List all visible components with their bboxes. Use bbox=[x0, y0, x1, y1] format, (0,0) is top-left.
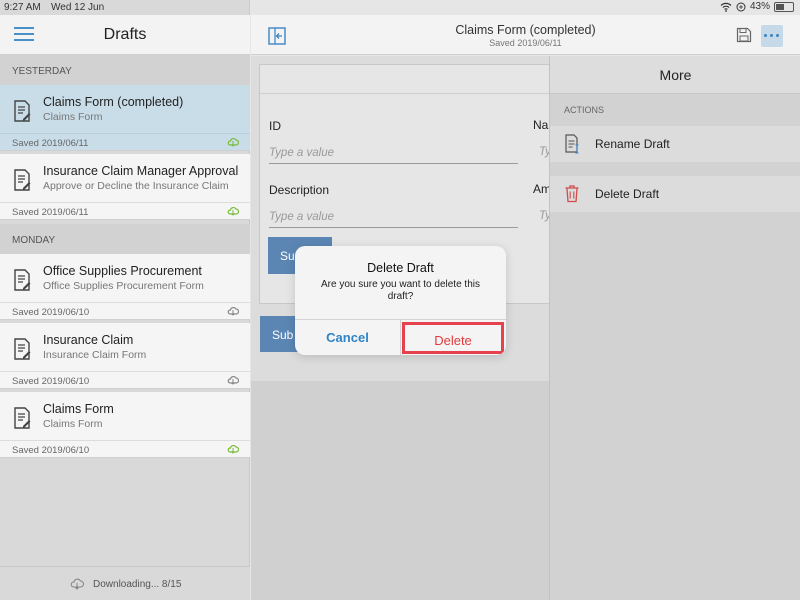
document-edit-icon bbox=[14, 269, 31, 291]
field-label-id: ID bbox=[269, 119, 281, 133]
cloud-download-icon bbox=[70, 578, 84, 590]
rename-draft-label: Rename Draft bbox=[595, 137, 670, 151]
document-edit-icon bbox=[14, 407, 31, 429]
wifi-icon bbox=[720, 2, 732, 12]
draft-saved-text: Saved 2019/06/11 bbox=[12, 207, 89, 218]
more-panel-title: More bbox=[550, 56, 800, 94]
cloud-not-synced-icon bbox=[227, 375, 239, 385]
draft-form-name: Insurance Claim Form bbox=[43, 349, 147, 361]
draft-name: Insurance Claim bbox=[43, 333, 134, 347]
draft-name: Claims Form bbox=[43, 402, 114, 416]
cancel-button[interactable]: Cancel bbox=[295, 320, 400, 355]
draft-saved-text: Saved 2019/06/10 bbox=[12, 307, 90, 318]
field-label-description: Description bbox=[269, 183, 330, 197]
id-input[interactable]: Type a value bbox=[269, 147, 518, 164]
delete-draft-label: Delete Draft bbox=[595, 187, 660, 201]
draft-saved-text: Saved 2019/06/10 bbox=[12, 445, 90, 456]
location-icon bbox=[736, 2, 746, 11]
rename-draft-action[interactable]: Rename Draft bbox=[550, 126, 800, 162]
document-edit-icon bbox=[14, 100, 31, 122]
document-edit-icon bbox=[14, 169, 31, 191]
draft-saved-text: Saved 2019/06/11 bbox=[12, 138, 89, 149]
draft-saved-date: Saved 2019/06/11 bbox=[0, 202, 250, 220]
status-date: Wed 12 Jun bbox=[51, 2, 105, 13]
description-input[interactable]: Type a value bbox=[269, 211, 518, 228]
draft-form-name: Claims Form bbox=[43, 418, 103, 430]
save-icon[interactable] bbox=[736, 27, 752, 43]
form-divider bbox=[260, 93, 560, 94]
dialog-title: Delete Draft bbox=[367, 261, 434, 275]
delete-draft-action[interactable]: Delete Draft bbox=[550, 176, 800, 212]
drafts-sidebar: Drafts YESTERDAY Claims Form (completed)… bbox=[0, 0, 250, 600]
cloud-synced-icon bbox=[227, 444, 239, 454]
cloud-synced-icon bbox=[227, 137, 239, 147]
battery-percentage: 43% bbox=[749, 1, 770, 12]
status-time: 9:27 AM bbox=[4, 2, 41, 13]
draft-saved-date: Saved 2019/06/10 bbox=[0, 302, 250, 320]
battery-icon bbox=[774, 1, 794, 12]
delete-button[interactable]: Delete bbox=[402, 322, 504, 354]
draft-name: Office Supplies Procurement bbox=[43, 264, 202, 278]
sidebar-header: Drafts bbox=[0, 15, 250, 55]
draft-item[interactable]: Insurance Claim Insurance Claim Form Sav… bbox=[0, 323, 250, 389]
download-progress-text: Downloading... 8/15 bbox=[93, 579, 182, 590]
section-header-monday: MONDAY bbox=[0, 224, 250, 254]
document-edit-icon bbox=[14, 338, 31, 360]
dialog-button-divider bbox=[400, 319, 401, 355]
cloud-not-synced-icon bbox=[227, 306, 239, 316]
draft-form-name: Office Supplies Procurement Form bbox=[43, 280, 204, 292]
page-title: Claims Form (completed) bbox=[455, 23, 596, 37]
trash-icon bbox=[565, 185, 579, 203]
draft-saved-date: Saved 2019/06/10 bbox=[0, 440, 250, 458]
draft-name: Claims Form (completed) bbox=[43, 95, 184, 109]
draft-item[interactable]: Claims Form Claims Form Saved 2019/06/10 bbox=[0, 392, 250, 458]
ellipsis-icon bbox=[764, 34, 779, 37]
draft-form-name: Claims Form bbox=[43, 111, 103, 123]
field-label-name: Na bbox=[533, 118, 549, 132]
draft-item[interactable]: Claims Form (completed) Claims Form Save… bbox=[0, 85, 250, 151]
sidebar-title: Drafts bbox=[103, 26, 147, 43]
status-indicators: 43% bbox=[720, 1, 794, 12]
dialog-message: Are you sure you want to delete this dra… bbox=[321, 279, 480, 302]
draft-saved-date: Saved 2019/06/10 bbox=[0, 371, 250, 389]
draft-item[interactable]: Office Supplies Procurement Office Suppl… bbox=[0, 254, 250, 320]
section-header-yesterday: YESTERDAY bbox=[0, 55, 250, 85]
download-status-bar: Downloading... 8/15 bbox=[0, 566, 250, 600]
more-options-button[interactable] bbox=[761, 25, 783, 47]
rename-document-icon bbox=[565, 134, 579, 154]
actions-section-label: ACTIONS bbox=[564, 105, 605, 115]
draft-item[interactable]: Insurance Claim Manager Approval Approve… bbox=[0, 154, 250, 220]
more-panel: More ACTIONS Rename Draft Delete Draft bbox=[549, 56, 800, 600]
draft-name: Insurance Claim Manager Approval bbox=[43, 164, 239, 178]
draft-saved-text: Saved 2019/06/10 bbox=[12, 376, 90, 387]
cloud-synced-icon bbox=[227, 206, 239, 216]
status-bar: 9:27 AM Wed 12 Jun 43% bbox=[0, 0, 800, 15]
main-header: Claims Form (completed) Saved 2019/06/11 bbox=[251, 15, 800, 55]
draft-form-name: Approve or Decline the Insurance Claim bbox=[43, 180, 229, 192]
delete-draft-dialog: Delete Draft Are you sure you want to de… bbox=[295, 246, 506, 355]
page-subtitle: Saved 2019/06/11 bbox=[489, 38, 562, 48]
draft-saved-date: Saved 2019/06/11 bbox=[0, 133, 250, 151]
